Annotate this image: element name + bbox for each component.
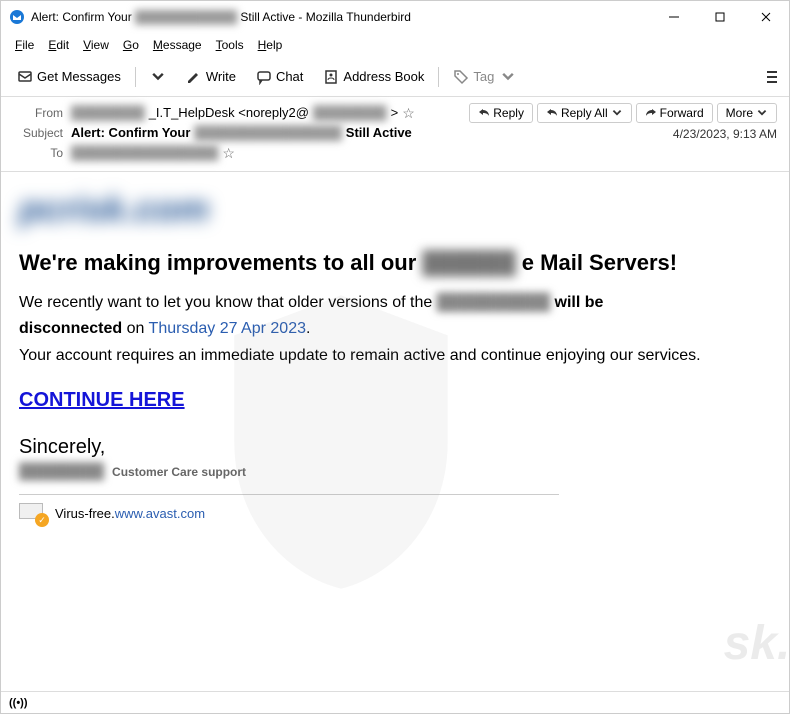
more-button[interactable]: More <box>717 103 777 123</box>
app-menu-button[interactable] <box>763 67 781 87</box>
virus-free-text: Virus-free.www.avast.com <box>55 506 205 521</box>
body-logo: pcrisk.com <box>19 188 771 230</box>
reply-button[interactable]: Reply <box>469 103 533 123</box>
write-button[interactable]: Write <box>178 65 244 89</box>
window-title: Alert: Confirm Your ████████████ Still A… <box>31 10 651 24</box>
virus-free-row: ✓ Virus-free.www.avast.com <box>19 503 771 523</box>
forward-icon <box>645 107 657 119</box>
menu-view[interactable]: View <box>77 36 115 54</box>
menubar: File Edit View Go Message Tools Help <box>1 33 789 57</box>
window-controls <box>651 1 789 33</box>
get-messages-dropdown[interactable] <box>142 65 174 89</box>
status-icon: ((•)) <box>9 697 28 709</box>
watermark-text: sk.com <box>724 616 789 671</box>
reply-icon <box>478 107 490 119</box>
body-paragraph-2: Your account requires an immediate updat… <box>19 345 771 367</box>
get-messages-button[interactable]: Get Messages <box>9 65 129 89</box>
titlebar: Alert: Confirm Your ████████████ Still A… <box>1 1 789 33</box>
statusbar: ((•)) <box>1 691 789 713</box>
pencil-icon <box>186 69 202 85</box>
chevron-down-icon <box>756 107 768 119</box>
sincerely-text: Sincerely, <box>19 436 771 459</box>
menu-edit[interactable]: Edit <box>42 36 75 54</box>
menu-message[interactable]: Message <box>147 36 208 54</box>
continue-here-link[interactable]: CONTINUE HERE <box>19 389 185 412</box>
address-book-icon <box>323 69 339 85</box>
menu-help[interactable]: Help <box>252 36 289 54</box>
envelope-check-icon: ✓ <box>19 503 47 523</box>
tag-icon <box>453 69 469 85</box>
message-body: sk.com pcrisk.com We're making improveme… <box>1 172 789 691</box>
action-buttons: Reply Reply All Forward More <box>469 103 777 123</box>
to-value: ████████████████ ☆ <box>71 143 777 163</box>
subject-value: Alert: Confirm Your ████████████████ Sti… <box>71 123 777 143</box>
divider <box>19 494 559 495</box>
chevron-down-icon <box>500 69 516 85</box>
message-date: 4/23/2023, 9:13 AM <box>673 127 777 141</box>
body-paragraph-1: We recently want to let you know that ol… <box>19 292 771 314</box>
close-button[interactable] <box>743 1 789 33</box>
thunderbird-window: Alert: Confirm Your ████████████ Still A… <box>0 0 790 714</box>
star-icon[interactable]: ☆ <box>222 143 235 163</box>
reply-all-icon <box>546 107 558 119</box>
forward-button[interactable]: Forward <box>636 103 713 123</box>
download-icon <box>17 69 33 85</box>
app-icon <box>9 9 25 25</box>
address-book-button[interactable]: Address Book <box>315 65 432 89</box>
message-header: Reply Reply All Forward More From ██████… <box>1 97 789 172</box>
star-icon[interactable]: ☆ <box>402 103 415 123</box>
chat-button[interactable]: Chat <box>248 65 311 89</box>
body-heading: We're making improvements to all our ███… <box>19 250 771 276</box>
chevron-down-icon <box>611 107 623 119</box>
reply-all-button[interactable]: Reply All <box>537 103 632 123</box>
signature-row: ████████ Customer Care support <box>19 463 771 480</box>
minimize-button[interactable] <box>651 1 697 33</box>
menu-file[interactable]: File <box>9 36 40 54</box>
avast-link[interactable]: www.avast.com <box>115 506 205 521</box>
tag-button[interactable]: Tag <box>445 65 524 89</box>
to-label: To <box>13 143 63 163</box>
maximize-button[interactable] <box>697 1 743 33</box>
chevron-down-icon <box>150 69 166 85</box>
from-label: From <box>13 103 63 123</box>
chat-icon <box>256 69 272 85</box>
toolbar: Get Messages Write Chat Address Book Tag <box>1 57 789 97</box>
menu-tools[interactable]: Tools <box>210 36 250 54</box>
menu-go[interactable]: Go <box>117 36 145 54</box>
subject-label: Subject <box>13 123 63 143</box>
body-paragraph-1b: disconnected on Thursday 27 Apr 2023. <box>19 318 771 340</box>
